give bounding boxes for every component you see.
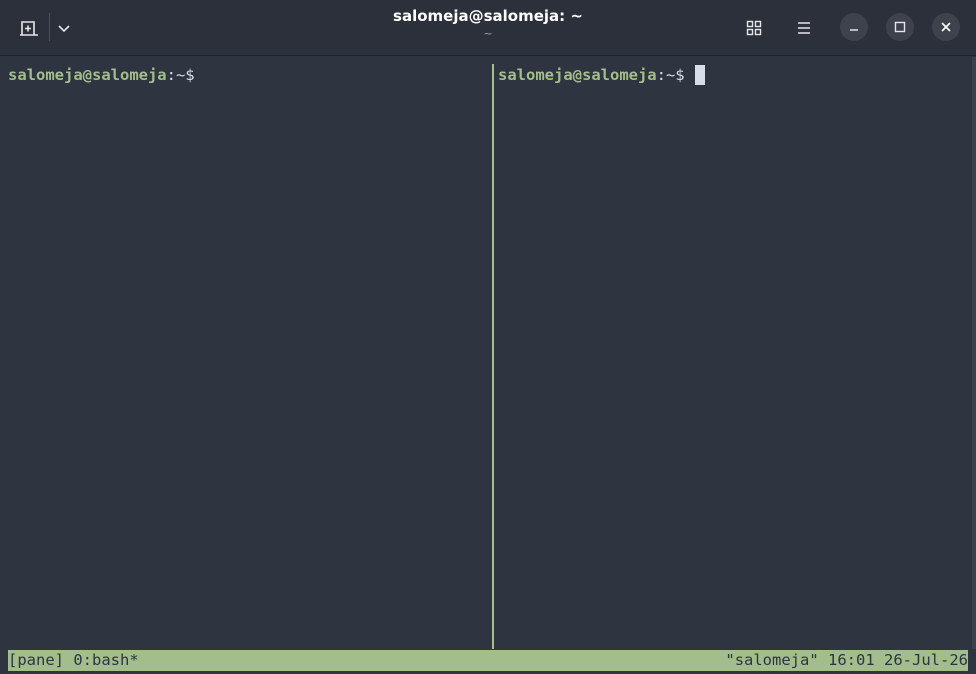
- header-bar: salomeja@salomeja: ~ ~: [0, 0, 976, 56]
- prompt-user-host: salomeja@salomeja: [498, 66, 657, 84]
- prompt-path: :~$: [166, 66, 195, 84]
- chevron-down-icon: [58, 25, 70, 33]
- status-left: [pane] 0:bash*: [8, 651, 139, 669]
- hamburger-icon: [798, 22, 810, 34]
- grid-icon: [746, 20, 762, 36]
- window-title: salomeja@salomeja: ~: [393, 7, 583, 25]
- terminal-window: salomeja@salomeja: ~ ~ salomeja@salomeja…: [0, 0, 976, 674]
- close-icon: [941, 22, 951, 32]
- window-subtitle: ~: [483, 27, 493, 40]
- tabs-overview-button[interactable]: [736, 11, 772, 45]
- new-tab-button[interactable]: [12, 12, 46, 44]
- header-separator: [49, 13, 50, 41]
- minimize-button[interactable]: [840, 13, 868, 41]
- minimize-icon: [850, 29, 858, 31]
- maximize-button[interactable]: [886, 13, 914, 41]
- terminal-pane-left[interactable]: salomeja@salomeja:~$: [0, 57, 492, 649]
- main-menu-button[interactable]: [786, 11, 822, 45]
- window-title-area: salomeja@salomeja: ~ ~: [288, 5, 688, 41]
- prompt-user-host: salomeja@salomeja: [8, 66, 167, 84]
- tab-menu-dropdown-button[interactable]: [52, 12, 76, 44]
- tmux-status-bar: [pane] 0:bash* "salomeja" 16:01 26-Jul-2…: [8, 650, 968, 671]
- text-cursor: [694, 65, 705, 85]
- status-right: "salomeja" 16:01 26-Jul-26: [725, 651, 968, 669]
- scrollbar-track[interactable]: [972, 57, 976, 649]
- close-button[interactable]: [932, 13, 960, 41]
- terminal-pane-right[interactable]: salomeja@salomeja:~$: [494, 57, 976, 649]
- maximize-icon: [894, 21, 906, 33]
- new-tab-icon: [20, 21, 38, 36]
- prompt-path: :~$: [656, 66, 694, 84]
